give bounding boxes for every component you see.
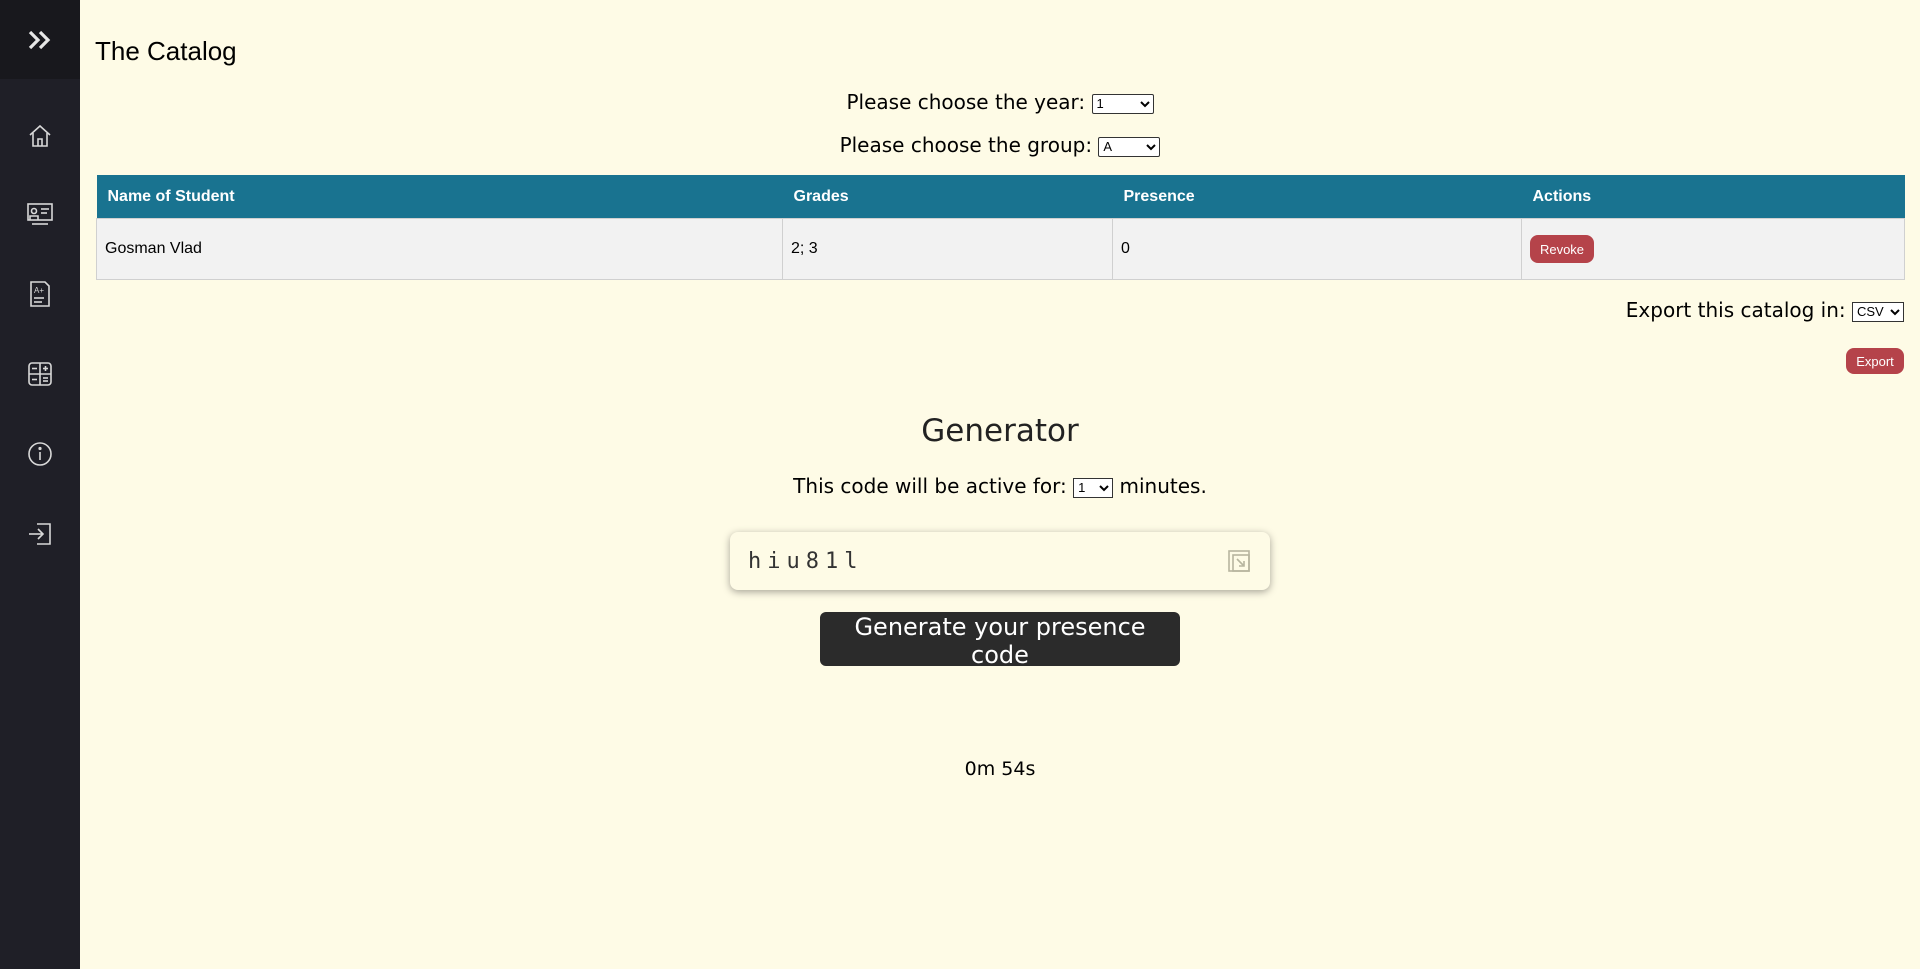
active-prefix: This code will be active for: bbox=[793, 474, 1067, 498]
year-label: Please choose the year: bbox=[846, 90, 1086, 114]
sidebar-item-grades[interactable]: A+ bbox=[24, 278, 56, 310]
generator-title: Generator bbox=[921, 413, 1079, 449]
column-header-actions: Actions bbox=[1521, 175, 1905, 219]
table-row: Gosman Vlad 2; 3 0 Revoke bbox=[96, 218, 1905, 280]
home-icon bbox=[29, 124, 51, 147]
export-label: Export this catalog in: bbox=[1625, 298, 1846, 322]
sidebar-item-calculator[interactable] bbox=[24, 358, 56, 390]
column-header-presence: Presence bbox=[1112, 175, 1522, 219]
info-icon bbox=[28, 442, 52, 466]
sidebar-item-home[interactable] bbox=[24, 120, 56, 152]
actions-cell: Revoke bbox=[1521, 218, 1905, 280]
active-suffix: minutes. bbox=[1119, 474, 1207, 498]
group-label: Please choose the group: bbox=[839, 133, 1093, 157]
countdown-timer: 0m 54s bbox=[964, 758, 1036, 780]
main-content: The Catalog Please choose the year: 1 Pl… bbox=[80, 0, 1920, 969]
generate-code-button[interactable]: Generate your presence code bbox=[820, 612, 1180, 669]
sidebar-item-logout[interactable] bbox=[24, 518, 56, 550]
grades-cell: 2; 3 bbox=[782, 218, 1113, 280]
teacher-board-icon bbox=[27, 203, 53, 225]
svg-text:A+: A+ bbox=[34, 286, 44, 295]
column-header-grades: Grades bbox=[782, 175, 1113, 219]
minutes-select[interactable]: 1 bbox=[1073, 477, 1114, 498]
page-title: The Catalog bbox=[95, 36, 237, 66]
catalog-table: Name of Student Grades Presence Actions … bbox=[96, 175, 1905, 280]
presence-code-value: hiu81l bbox=[748, 548, 864, 574]
group-filter: Please choose the group: A bbox=[80, 133, 1920, 157]
table-header-row: Name of Student Grades Presence Actions bbox=[96, 175, 1905, 219]
sidebar: A+ bbox=[0, 0, 80, 969]
export-format-row: Export this catalog in: CSV bbox=[1626, 298, 1904, 322]
calculator-icon bbox=[28, 362, 52, 386]
presence-code-field[interactable]: hiu81l bbox=[730, 532, 1270, 590]
student-name-cell: Gosman Vlad bbox=[96, 218, 783, 280]
export-format-select[interactable]: CSV bbox=[1852, 301, 1904, 322]
column-header-name: Name of Student bbox=[96, 175, 783, 219]
sidebar-item-info[interactable] bbox=[24, 438, 56, 470]
double-chevron-right-icon bbox=[28, 30, 51, 49]
year-select[interactable]: 1 bbox=[1091, 93, 1154, 114]
group-select[interactable]: A bbox=[1098, 136, 1161, 157]
sidebar-expand-button[interactable] bbox=[0, 0, 80, 79]
presence-cell: 0 bbox=[1112, 218, 1522, 280]
sidebar-item-teacher[interactable] bbox=[24, 198, 56, 230]
revoke-button[interactable]: Revoke bbox=[1530, 235, 1594, 263]
copy-icon[interactable] bbox=[1226, 548, 1252, 574]
export-button[interactable]: Export bbox=[1846, 348, 1904, 374]
grades-document-icon: A+ bbox=[30, 281, 50, 307]
code-duration-row: This code will be active for: 1 minutes. bbox=[80, 474, 1920, 498]
logout-icon bbox=[29, 523, 51, 545]
year-filter: Please choose the year: 1 bbox=[80, 90, 1920, 114]
